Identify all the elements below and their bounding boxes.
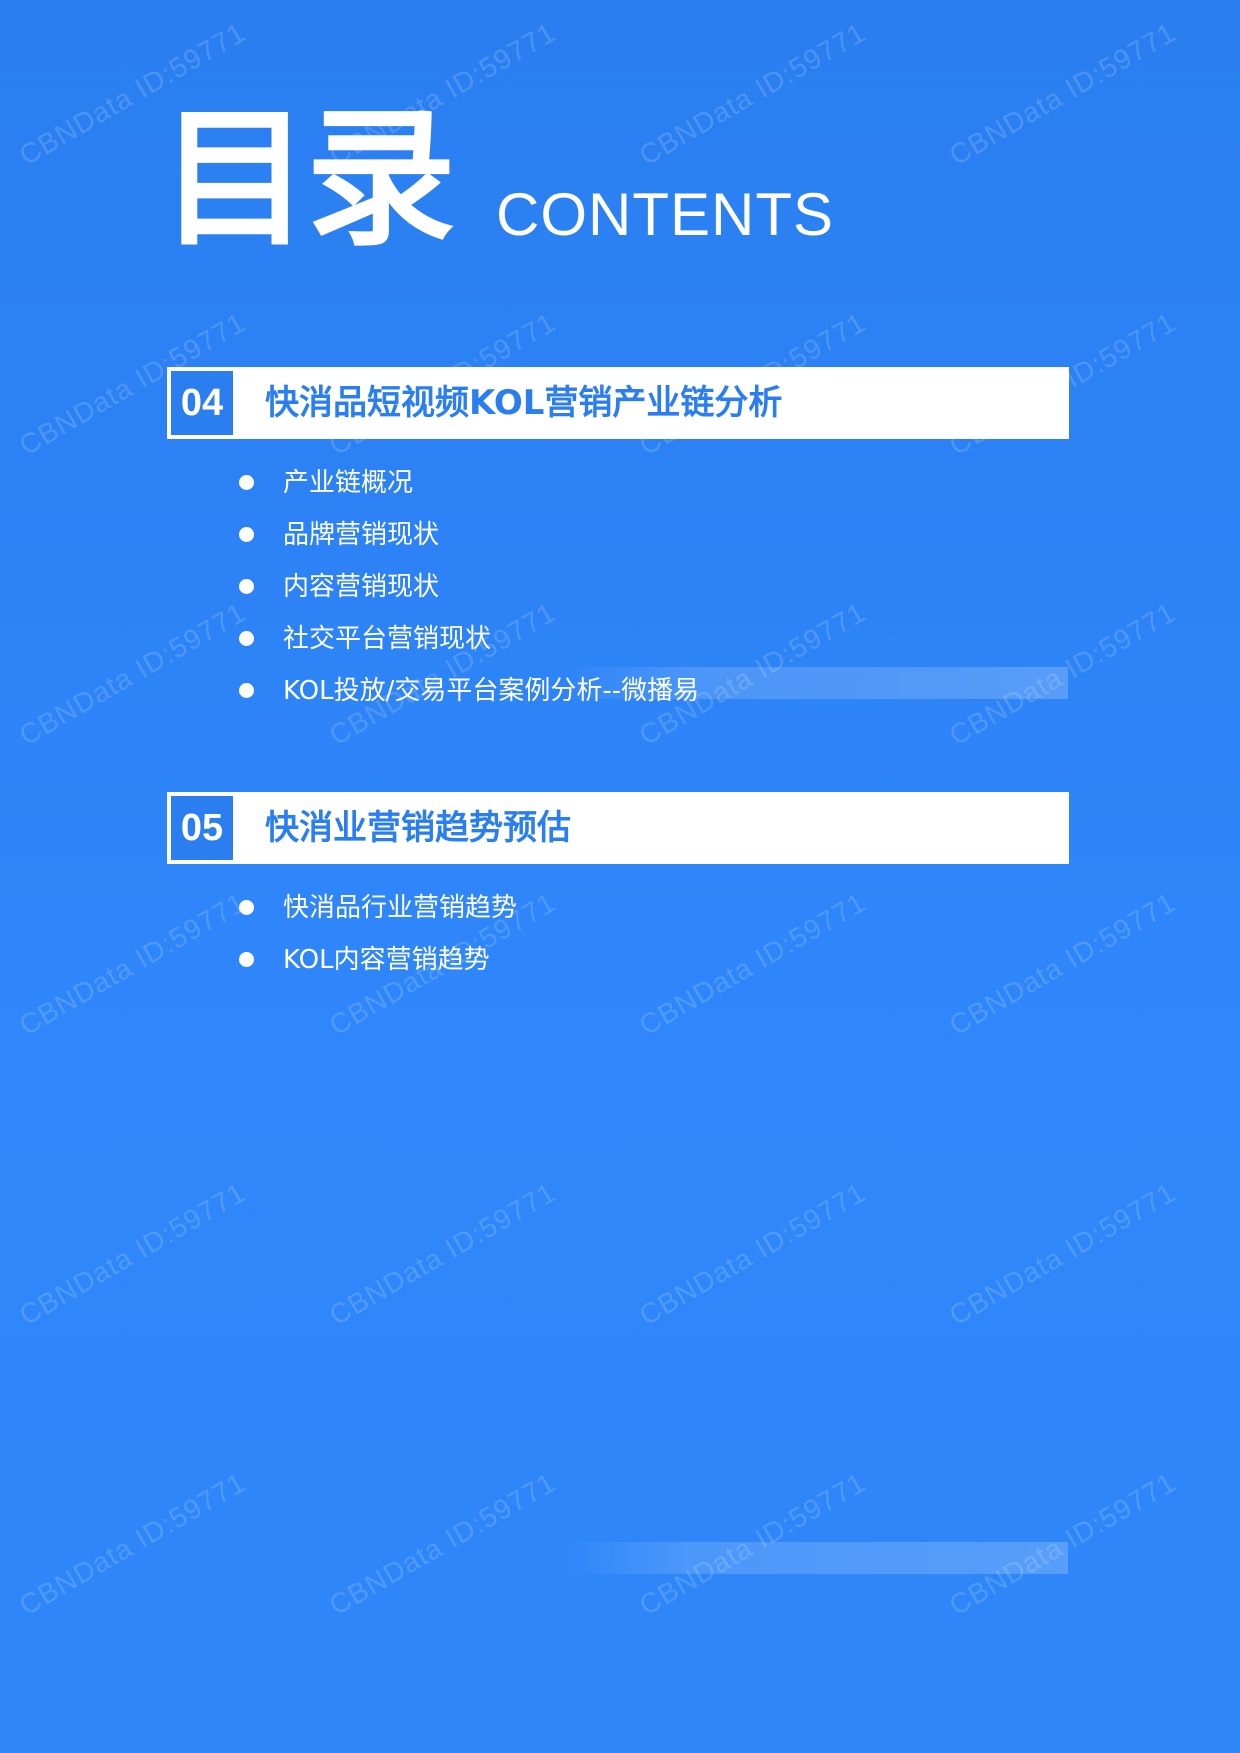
section-item-list: 产业链概况 品牌营销现状 内容营销现状 社交平台营销现状 KOL投放/交易平台案… [167,457,1069,717]
toc-item[interactable]: 快消品行业营销趋势 [167,882,1069,934]
bullet-icon [239,579,254,594]
bullet-icon [239,527,254,542]
toc-item-label: 品牌营销现状 [283,520,440,550]
toc-section-05: 05 快消业营销趋势预估 快消品行业营销趋势 KOL内容营销趋势 [167,792,1069,986]
watermark: CBNData ID:59771 [14,1176,251,1332]
watermark: CBNData ID:59771 [944,16,1181,172]
toc-item-label: KOL内容营销趋势 [283,945,490,975]
bullet-icon [239,631,254,646]
toc-item[interactable]: 品牌营销现状 [167,509,1069,561]
toc-item[interactable]: 内容营销现状 [167,561,1069,613]
bullet-icon [239,475,254,490]
section-number: 04 [171,371,233,435]
watermark: CBNData ID:59771 [944,1176,1181,1332]
watermark: CBNData ID:59771 [634,1176,871,1332]
toc-item[interactable]: KOL内容营销趋势 [167,934,1069,986]
bullet-icon [239,952,254,967]
toc-item[interactable]: 社交平台营销现状 [167,613,1069,665]
toc-item-label: 社交平台营销现状 [283,624,492,654]
watermark: CBNData ID:59771 [324,1466,561,1622]
section-item-list: 快消品行业营销趋势 KOL内容营销趋势 [167,882,1069,986]
toc-item-label: 快消品行业营销趋势 [283,893,518,923]
page-subtitle: CONTENTS [496,181,834,248]
bullet-icon [239,900,254,915]
faint-bar [560,1542,1068,1574]
section-header[interactable]: 05 快消业营销趋势预估 [167,792,1069,864]
section-number: 05 [171,796,233,860]
toc-item[interactable]: 产业链概况 [167,457,1069,509]
watermark: CBNData ID:59771 [634,16,871,172]
page-title: 目录 [160,93,456,267]
toc-item[interactable]: KOL投放/交易平台案例分析--微播易 [167,665,1069,717]
section-title: 快消品短视频KOL营销产业链分析 [265,383,783,423]
watermark: CBNData ID:59771 [14,1466,251,1622]
watermark: CBNData ID:59771 [324,1176,561,1332]
toc-section-04: 04 快消品短视频KOL营销产业链分析 产业链概况 品牌营销现状 内容营销现状 … [167,367,1069,717]
section-title: 快消业营销趋势预估 [265,808,571,848]
section-header[interactable]: 04 快消品短视频KOL营销产业链分析 [167,367,1069,439]
toc-item-label: KOL投放/交易平台案例分析--微播易 [283,676,700,706]
bullet-icon [239,683,254,698]
toc-item-label: 产业链概况 [283,468,414,498]
toc-item-label: 内容营销现状 [283,572,440,602]
